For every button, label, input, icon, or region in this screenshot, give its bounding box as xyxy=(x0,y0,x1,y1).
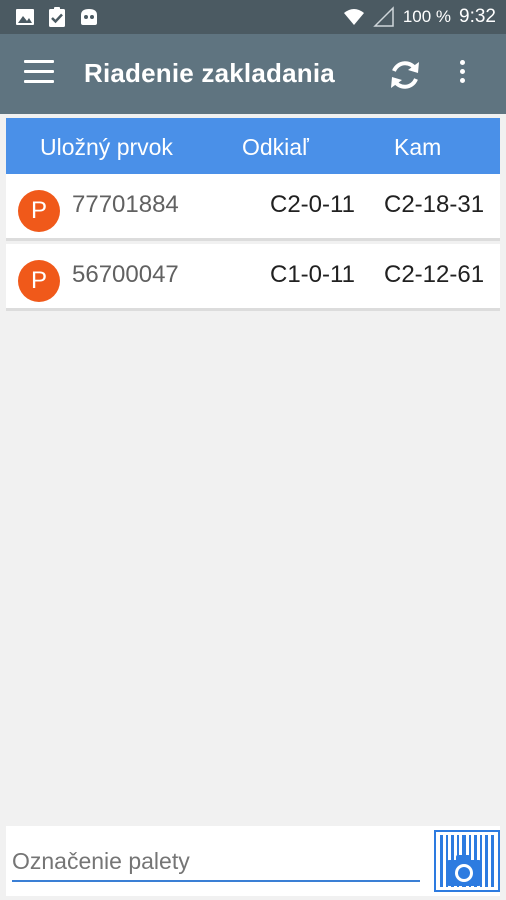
item-type-badge: P xyxy=(18,260,60,302)
from-location: C2-0-11 xyxy=(270,191,355,218)
table-row[interactable]: P 56700047 C1-0-11 C2-12-61 xyxy=(6,244,500,311)
to-location: C2-12-61 xyxy=(384,261,485,288)
item-type-badge: P xyxy=(18,190,60,232)
signal-icon xyxy=(373,6,394,27)
column-header-from: Odkiaľ xyxy=(242,134,309,160)
table-row[interactable]: P 77701884 C2-0-11 C2-18-31 xyxy=(6,174,500,241)
status-bar: 100 % 9:32 xyxy=(0,0,506,34)
image-icon xyxy=(16,9,34,25)
refresh-icon[interactable] xyxy=(386,56,424,94)
pallet-input[interactable] xyxy=(12,842,420,882)
column-header-to: Kam xyxy=(394,134,442,160)
app-bar: Riadenie zakladania xyxy=(0,34,506,114)
wifi-icon xyxy=(343,9,364,25)
item-id: 77701884 xyxy=(72,191,179,218)
item-id: 56700047 xyxy=(72,261,179,288)
more-options-icon[interactable] xyxy=(452,60,472,90)
barcode-scan-icon[interactable] xyxy=(434,830,500,892)
clipboard-check-icon xyxy=(49,7,65,27)
from-location: C1-0-11 xyxy=(270,261,355,288)
table-header: Uložný prvok Odkiaľ Kam xyxy=(6,118,500,174)
column-header-item: Uložný prvok xyxy=(40,134,173,160)
pallet-input-bar xyxy=(6,826,500,896)
battery-level: 100 % xyxy=(402,7,452,26)
clock: 9:32 xyxy=(459,6,496,27)
to-location: C2-18-31 xyxy=(384,191,485,218)
menu-icon[interactable] xyxy=(24,60,54,86)
android-icon xyxy=(81,9,97,25)
page-title: Riadenie zakladania xyxy=(84,58,335,88)
